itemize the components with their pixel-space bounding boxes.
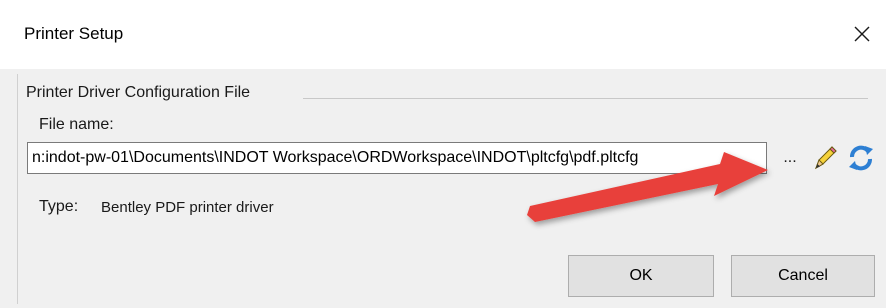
cancel-button[interactable]: Cancel — [731, 255, 875, 297]
browse-button[interactable]: ... — [776, 142, 804, 174]
group-border-left — [17, 74, 18, 304]
close-button[interactable] — [838, 12, 886, 56]
file-name-input[interactable] — [27, 142, 767, 174]
window-title: Printer Setup — [24, 24, 124, 43]
title-bar: Printer Setup — [0, 0, 886, 69]
group-border-top — [303, 98, 868, 99]
type-label: Type: — [39, 198, 79, 215]
refresh-button[interactable] — [846, 143, 876, 173]
group-title: Printer Driver Configuration File — [26, 84, 251, 101]
refresh-icon — [849, 145, 873, 171]
close-icon — [854, 26, 870, 42]
edit-button[interactable] — [812, 144, 838, 172]
type-value: Bentley PDF printer driver — [101, 199, 274, 216]
printer-setup-dialog: Printer Setup Printer Driver Configurati… — [0, 0, 886, 308]
ok-button[interactable]: OK — [568, 255, 714, 297]
file-name-label: File name: — [39, 116, 114, 133]
pencil-icon — [815, 146, 837, 170]
